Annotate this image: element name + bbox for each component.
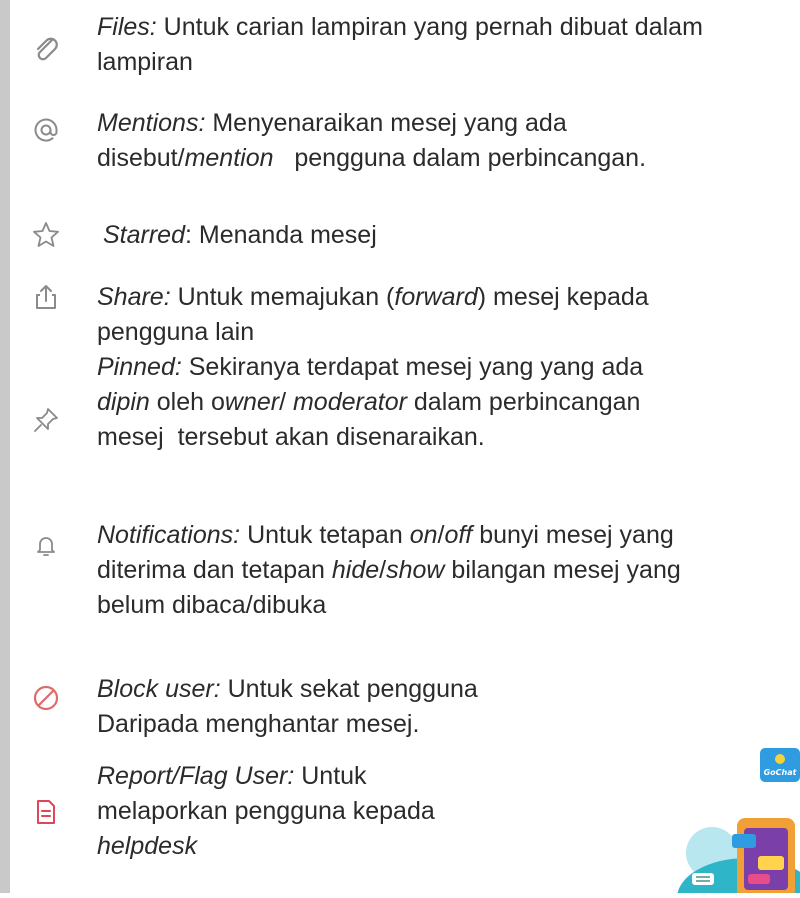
text-line: mesej tersebut akan disenaraikan.: [97, 423, 485, 451]
bell-icon: [30, 530, 62, 562]
text-line: Report/Flag User: Untuk: [97, 762, 367, 790]
share-icon: [30, 281, 62, 313]
text-line: disebut/mention pengguna dalam perbincan…: [97, 144, 647, 172]
text-line: diterima dan tetapan hide/show bilangan …: [97, 556, 681, 584]
text-line: Block user: Untuk sekat pengguna: [97, 675, 478, 703]
share-description: Share: Untuk memajukan (forward) mesej k…: [97, 280, 649, 350]
block-icon: [30, 682, 62, 714]
at-sign-icon: [30, 114, 62, 146]
text-line: belum dibaca/dibuka: [97, 591, 327, 619]
report-user-description: Report/Flag User: Untuk melaporkan pengg…: [97, 759, 435, 864]
block-user-description: Block user: Untuk sekat pengguna Daripad…: [97, 672, 478, 742]
text-line: Pinned: Sekiranya terdapat mesej yang ya…: [97, 353, 644, 381]
left-sidebar-strip: [0, 0, 10, 893]
star-icon: [30, 219, 62, 251]
text-line: pengguna lain: [97, 318, 255, 346]
mentions-description: Mentions: Menyenaraikan mesej yang ada d…: [97, 106, 646, 176]
text-line: dipin oleh owner/ moderator dalam perbin…: [97, 388, 641, 416]
text-line: Daripada menghantar mesej.: [97, 710, 420, 738]
text-line: Starred: Menanda mesej: [103, 221, 377, 249]
pin-icon: [30, 404, 62, 436]
report-document-icon: [30, 796, 62, 828]
pinned-description: Pinned: Sekiranya terdapat mesej yang ya…: [97, 350, 643, 455]
text-line: lampiran: [97, 48, 193, 76]
gochat-badge: GoChat: [764, 768, 798, 777]
text-line: helpdesk: [97, 832, 198, 860]
paperclip-icon: [30, 33, 62, 65]
text-line: Files: Untuk carian lampiran yang pernah…: [97, 13, 703, 41]
text-line: melaporkan pengguna kepada: [97, 797, 435, 825]
notifications-description: Notifications: Untuk tetapan on/off buny…: [97, 518, 681, 623]
text-line: Share: Untuk memajukan (forward) mesej k…: [97, 283, 649, 311]
starred-description: Starred: Menanda mesej: [103, 218, 377, 253]
gochat-illustration: GoChat: [672, 748, 800, 898]
files-description: Files: Untuk carian lampiran yang pernah…: [97, 10, 703, 80]
text-line: Notifications: Untuk tetapan on/off buny…: [97, 521, 674, 549]
text-line: Mentions: Menyenaraikan mesej yang ada: [97, 109, 567, 137]
